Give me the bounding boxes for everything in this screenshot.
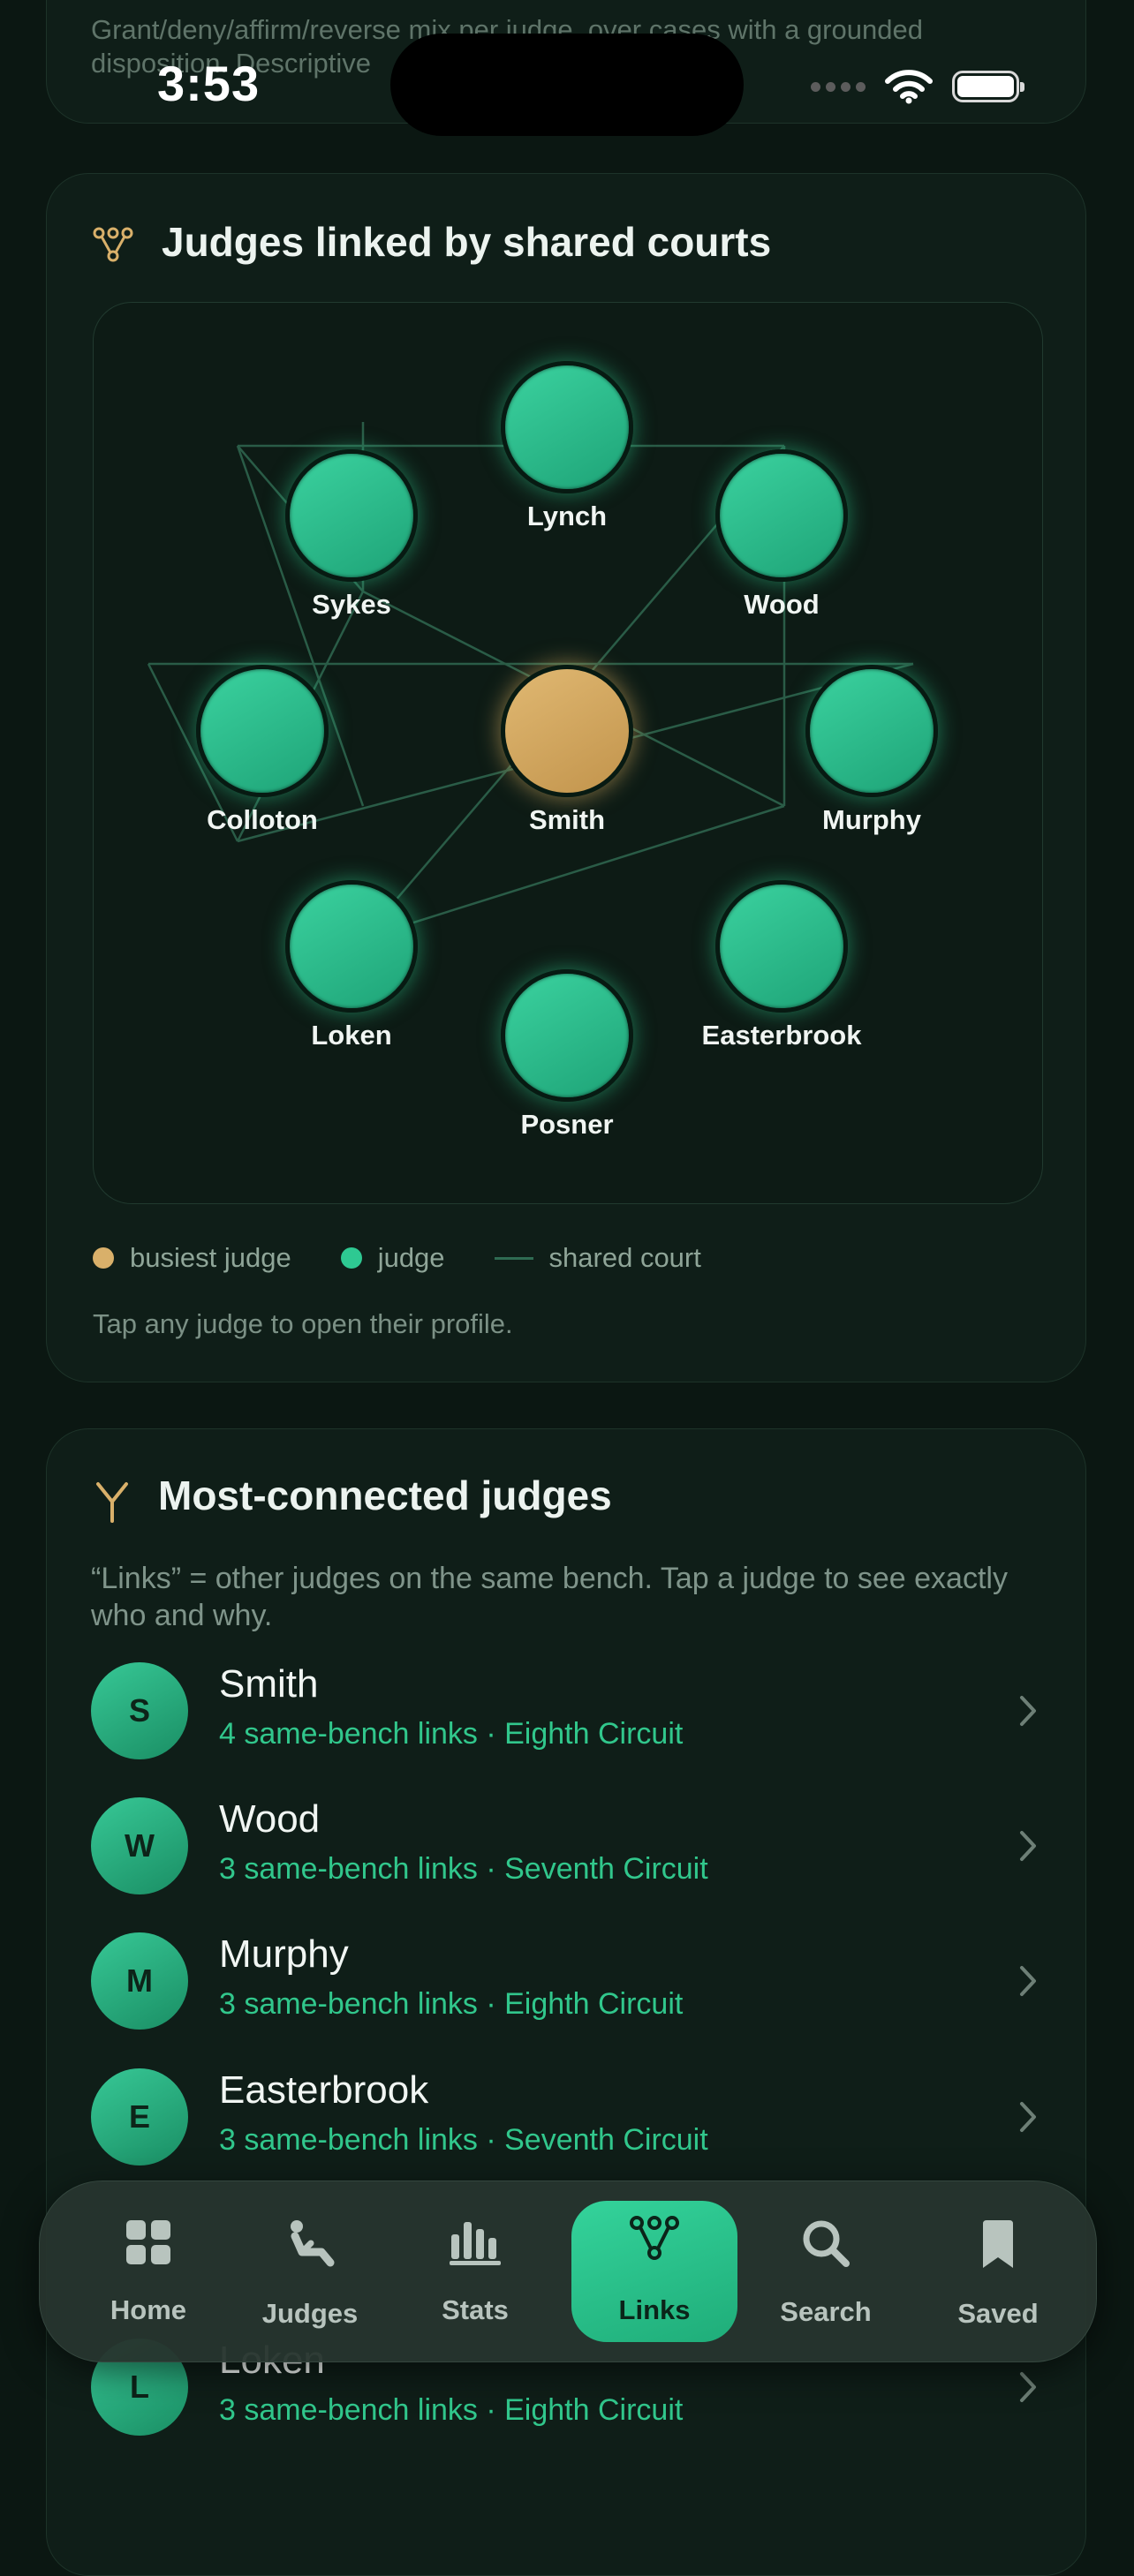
fork-icon [96,1482,128,1523]
graph-card-title: Judges linked by shared courts [162,219,772,265]
judge-label-lynch: Lynch [526,501,608,531]
list-description: “Links” = other judges on the same bench… [91,1562,1008,1632]
judge-label-posner: Posner [520,1109,614,1140]
judge-node-sykes[interactable] [285,449,418,582]
judge-label-colloton: Colloton [207,804,318,835]
judge-label-sykes: Sykes [312,589,391,620]
judge-name: Wood [219,1797,321,1841]
network-icon [93,227,133,262]
judge-label-wood: Wood [744,589,820,620]
chevron-right-icon [1020,1696,1036,1726]
graph-hint: Tap any judge to open their profile. [93,1308,513,1339]
judge-row-murphy[interactable]: M Murphy 3 same-bench links · Eighth Cir… [91,1932,1045,2038]
judge-node-lynch[interactable] [501,361,633,493]
avatar: E [91,2068,188,2165]
judge-row-easterbrook[interactable]: E Easterbrook 3 same-bench links · Seven… [91,2068,1045,2174]
status-indicators [811,62,1024,111]
judge-links: 3 same-bench links · Eighth Circuit [219,1987,684,2021]
graph-legend: busiest judge judge shared court [93,1242,751,1274]
judge-node-posner[interactable] [501,969,633,1102]
wifi-icon [885,70,933,104]
judge-row-wood[interactable]: W Wood 3 same-bench links · Seventh Circ… [91,1797,1045,1903]
chevron-right-icon [1020,1966,1036,1996]
tab-label: Stats [442,2294,509,2325]
most-connected-card: Most-connected judges “Links” = other ju… [46,1428,1086,2576]
person-icon [291,2220,335,2267]
judge-label-easterbrook: Easterbrook [701,1020,862,1051]
legend-busiest: busiest judge [130,1242,291,1273]
bookmark-icon [983,2220,1013,2268]
judge-name: Smith [219,1662,319,1706]
shared-courts-card: Judges linked by shared courts Lynch Syk… [46,173,1086,1382]
judge-node-loken[interactable] [285,880,418,1013]
judge-label-loken: Loken [311,1020,392,1051]
judge-node-wood[interactable] [715,449,848,582]
avatar: M [91,1932,188,2030]
judge-name: Murphy [219,1932,349,1976]
tab-label: Links [618,2294,691,2325]
judge-links: 3 same-bench links · Seventh Circuit [219,2123,708,2157]
signal-icon [811,81,866,92]
judge-label-smith: Smith [528,804,606,835]
judge-node-murphy[interactable] [805,665,938,797]
legend-shared: shared court [548,1242,701,1273]
tab-saved[interactable]: Saved [916,2199,1080,2344]
judge-links: 3 same-bench links · Seventh Circuit [219,1852,708,1886]
judge-links: 3 same-bench links · Eighth Circuit [219,2393,684,2427]
judge-node-easterbrook[interactable] [715,880,848,1013]
tab-label: Judges [261,2298,359,2329]
judge-row-smith[interactable]: S Smith 4 same-bench links · Eighth Circ… [91,1662,1045,1768]
tab-stats[interactable]: Stats [393,2199,557,2344]
tab-links[interactable]: Links [571,2201,737,2342]
tab-judges[interactable]: Judges [228,2199,392,2344]
bar-chart-icon [450,2222,501,2265]
busiest-dot-icon [93,1247,114,1269]
legend-judge: judge [377,1242,445,1273]
tab-bar: Home Judges Stats Links Search Saved [39,2181,1097,2362]
shared-court-line-icon [494,1256,533,1260]
judge-label-murphy: Murphy [822,804,921,835]
tab-search[interactable]: Search [744,2199,908,2344]
tab-label: Home [110,2294,187,2325]
search-icon [803,2220,850,2267]
tab-home[interactable]: Home [66,2199,231,2344]
judge-node-smith[interactable] [501,665,633,797]
grid-icon [126,2220,170,2264]
battery-icon [952,71,1024,102]
judge-name: Easterbrook [219,2068,429,2112]
judge-node-colloton[interactable] [196,665,329,797]
tab-label: Search [780,2296,872,2327]
chevron-right-icon [1020,2102,1036,2132]
judge-dot-icon [340,1247,362,1269]
dynamic-island [390,34,744,136]
chevron-right-icon [1020,2372,1036,2402]
status-time: 3:53 [157,56,261,111]
avatar: S [91,1662,188,1759]
tab-label: Saved [957,2298,1039,2329]
judge-links: 4 same-bench links · Eighth Circuit [219,1717,684,1751]
avatar: W [91,1797,188,1894]
list-card-title: Most-connected judges [158,1473,612,1518]
network-icon [630,2216,679,2260]
chevron-right-icon [1020,1831,1036,1861]
